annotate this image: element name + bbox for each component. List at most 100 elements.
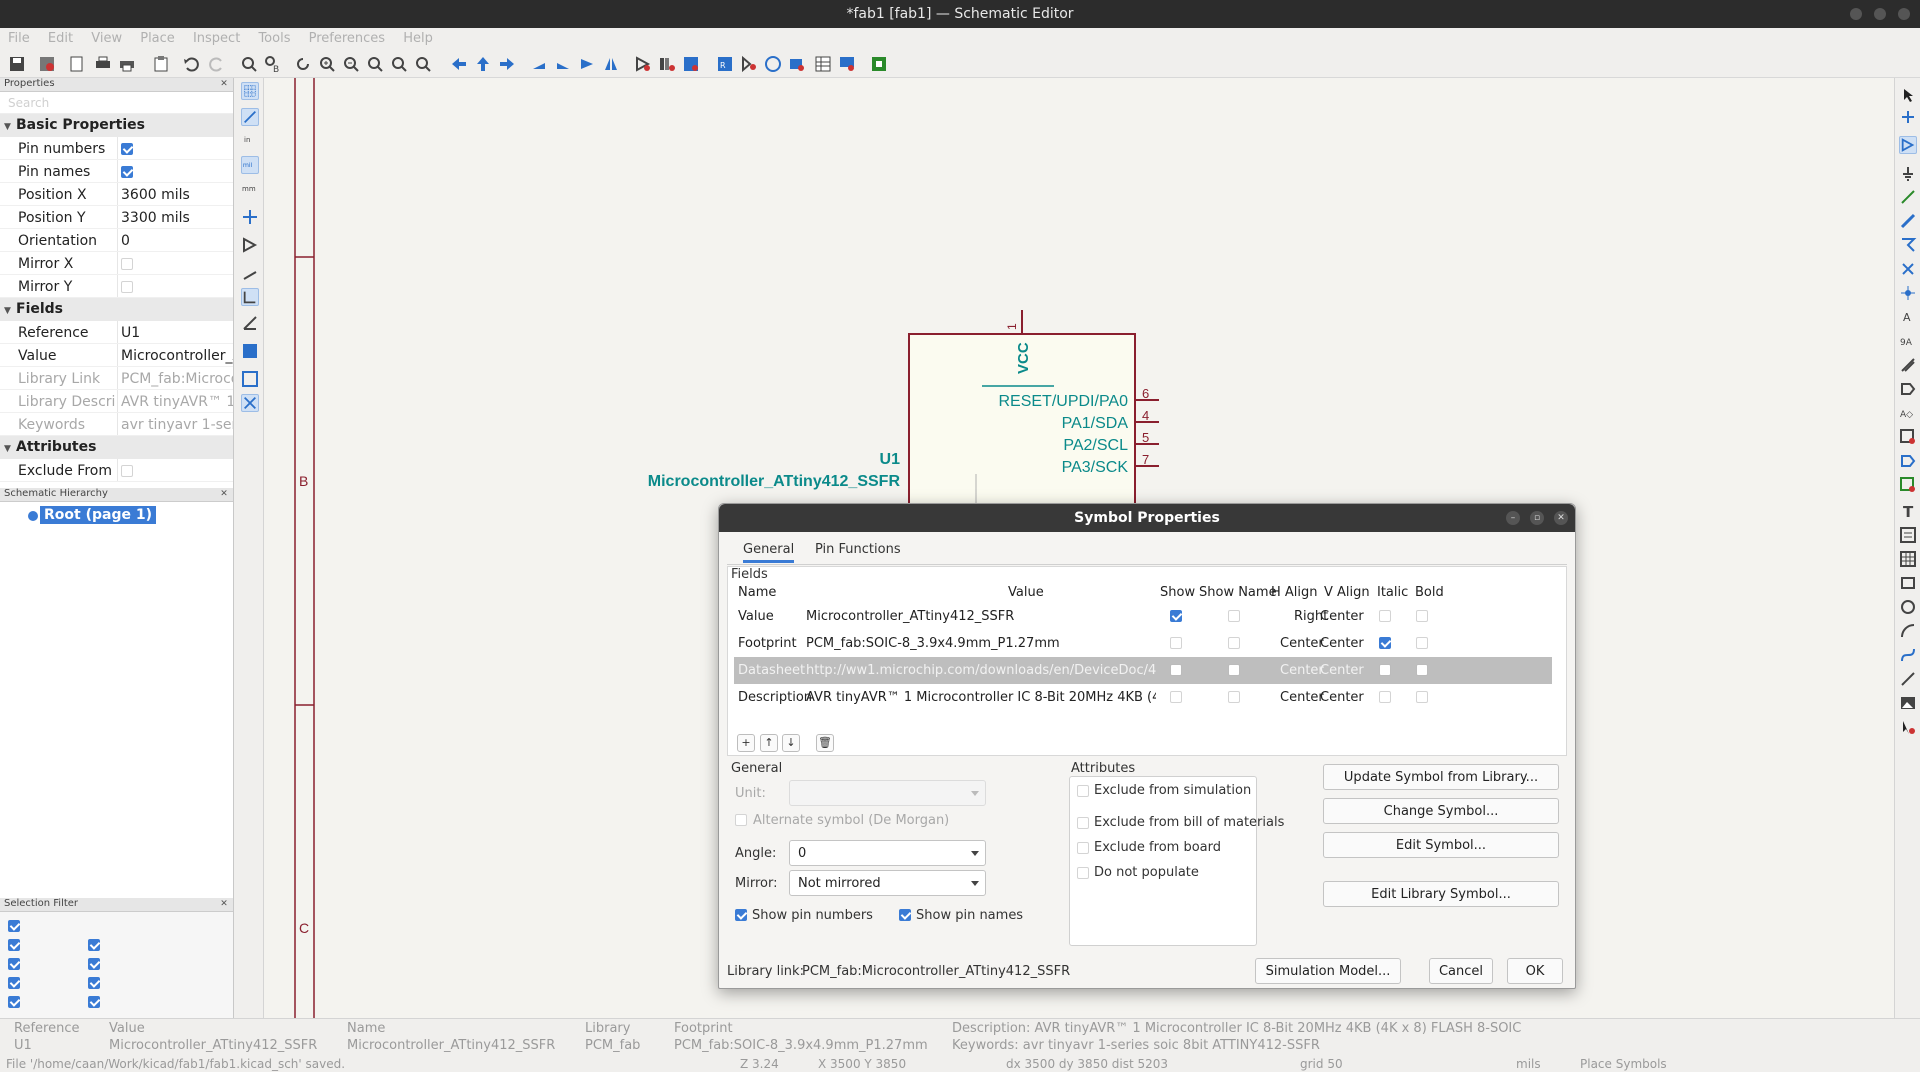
filter-checkbox[interactable] [8,996,20,1008]
erc-markers-icon[interactable] [241,342,259,360]
show-pin-numbers-checkbox[interactable] [735,909,747,921]
edit-library-symbol-button[interactable]: Edit Library Symbol... [1323,881,1559,907]
mirror-v-icon[interactable] [578,55,596,73]
exclude-simulation-checkbox[interactable] [1077,785,1089,797]
orientation-field[interactable]: 0 [121,233,233,249]
simulator-icon[interactable] [764,55,782,73]
back-icon[interactable] [450,55,468,73]
collapse-icon[interactable]: ▼ [4,444,16,454]
h-align-value[interactable]: Center [1280,636,1324,651]
italic-checkbox[interactable] [1379,610,1391,622]
find-replace-icon[interactable]: B [264,55,282,75]
filter-checkbox[interactable] [88,958,100,970]
import-sheet-icon[interactable] [1899,476,1917,494]
basic-properties-section[interactable]: ▼ Basic Properties [0,114,233,137]
ok-button[interactable]: OK [1507,958,1563,984]
zoom-objects-icon[interactable] [390,55,408,73]
textbox-icon[interactable] [1899,526,1917,544]
bold-checkbox[interactable] [1416,637,1428,649]
italic-checkbox[interactable] [1379,637,1391,649]
erc-icon[interactable]: R [716,55,734,73]
menu-view[interactable]: View [83,28,128,46]
symbol-editor-icon[interactable] [634,55,652,73]
close-icon[interactable]: ✕ [219,489,229,499]
add-bus-icon[interactable] [1899,212,1917,230]
v-align-value[interactable]: Center [1320,690,1364,705]
mirror-dropdown[interactable]: Not mirrored [789,870,986,896]
menu-file[interactable]: File [0,28,36,46]
simulation-model-button[interactable]: Simulation Model... [1255,958,1401,984]
properties-search[interactable]: Search [0,92,233,114]
field-row-description[interactable]: Description AVR tinyAVR™ 1 Microcontroll… [734,684,1552,711]
attributes-section[interactable]: ▼ Attributes [0,436,233,459]
up-icon[interactable] [474,55,492,73]
line-mode-45-icon[interactable] [241,314,259,332]
hier-label-icon[interactable] [1899,380,1917,398]
add-bus-entry-icon[interactable] [1899,236,1917,254]
update-symbol-button[interactable]: Update Symbol from Library... [1323,764,1559,790]
rectangle-icon[interactable] [1899,574,1917,592]
line-icon[interactable] [1899,670,1917,688]
show-name-checkbox[interactable] [1228,637,1240,649]
circle-icon[interactable] [1899,598,1917,616]
line-mode-90-icon[interactable] [241,288,259,306]
mirror-h-icon[interactable] [602,55,620,73]
dialog-minimize-icon[interactable]: – [1506,511,1520,525]
filter-checkbox[interactable] [88,939,100,951]
menu-help[interactable]: Help [395,28,439,46]
schematic-setup-icon[interactable] [38,55,56,73]
bezier-icon[interactable] [1899,646,1917,664]
pcb-editor-icon[interactable] [870,55,888,73]
field-value[interactable]: AVR tinyAVR™ 1 Microcontroller IC 8-Bit … [806,690,1156,705]
overrides-grid-icon[interactable] [241,108,259,126]
show-checkbox[interactable] [1170,691,1182,703]
exclude-from-checkbox[interactable] [121,465,133,477]
table-icon[interactable] [1899,550,1917,568]
exclude-board-checkbox[interactable] [1077,842,1089,854]
menu-preferences[interactable]: Preferences [301,28,391,46]
alternate-symbol-checkbox[interactable] [735,814,747,826]
change-symbol-button[interactable]: Change Symbol... [1323,798,1559,824]
edit-symbol-button[interactable]: Edit Symbol... [1323,832,1559,858]
field-value[interactable]: PCM_fab:SOIC-8_3.9x4.9mm_P1.27mm [806,636,1156,651]
tools-toggle-icon[interactable] [241,394,259,412]
bold-checkbox[interactable] [1416,610,1428,622]
bold-checkbox[interactable] [1416,691,1428,703]
mirror-x-checkbox[interactable] [121,258,133,270]
show-name-checkbox[interactable] [1228,664,1240,676]
field-row-value[interactable]: Value Microcontroller_ATtiny412_SSFR Rig… [734,603,1552,630]
tab-general[interactable]: General [743,542,795,563]
field-value[interactable]: Microcontroller_ATtiny412_SSFR [806,609,1156,624]
symbol-reference[interactable]: U1 [880,451,901,468]
hidden-pins-icon[interactable] [241,236,259,254]
v-align-value[interactable]: Center [1320,636,1364,651]
properties-toggle-icon[interactable] [241,370,259,388]
show-name-checkbox[interactable] [1228,610,1240,622]
rotate-cw-icon[interactable] [554,55,572,73]
minimize-button[interactable] [1850,8,1862,20]
delete-field-button[interactable]: 🗑 [816,734,834,752]
redo-icon[interactable] [208,55,226,73]
angle-dropdown[interactable]: 0 [789,840,986,866]
highlight-net-icon[interactable] [1899,108,1917,126]
filter-checkbox[interactable] [88,977,100,989]
annotate-icon[interactable] [682,55,700,73]
global-label-icon[interactable] [1899,356,1917,374]
move-down-button[interactable]: ↓ [782,734,800,752]
h-align-value[interactable]: Center [1280,663,1324,678]
zoom-out-icon[interactable] [342,55,360,73]
menu-inspect[interactable]: Inspect [185,28,246,46]
arc-icon[interactable] [1899,622,1917,640]
zoom-in-icon[interactable] [318,55,336,73]
close-window-button[interactable] [1898,8,1910,20]
page-settings-icon[interactable] [68,55,86,73]
mirror-y-checkbox[interactable] [121,281,133,293]
menu-edit[interactable]: Edit [40,28,79,46]
label-icon[interactable]: A [1899,308,1917,326]
show-checkbox[interactable] [1170,610,1182,622]
select-arrow-icon[interactable] [1899,86,1917,104]
bold-checkbox[interactable] [1416,664,1428,676]
unit-dropdown[interactable] [789,780,986,806]
add-power-icon[interactable] [1899,164,1917,182]
bus-alias-icon[interactable] [838,55,856,73]
